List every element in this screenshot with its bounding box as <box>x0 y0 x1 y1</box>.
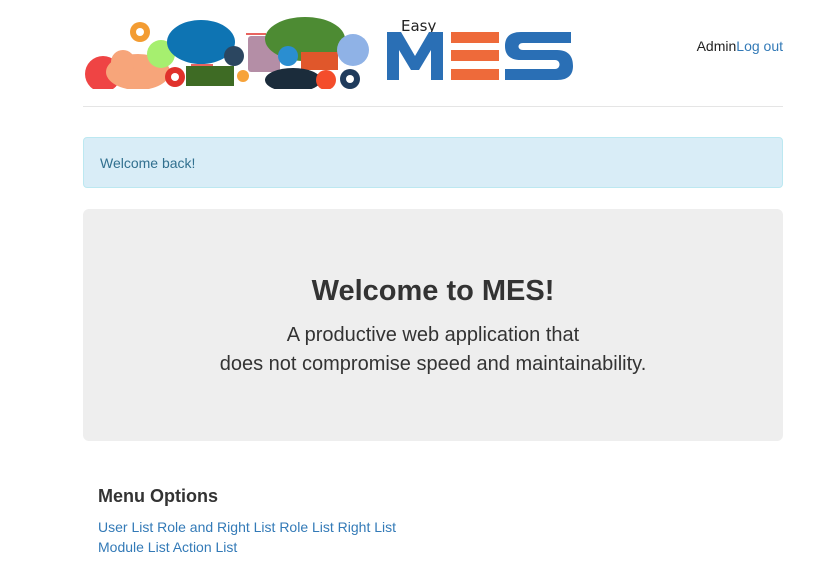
menu-title: Menu Options <box>98 486 218 506</box>
banner-illustration <box>85 17 369 89</box>
menu-link-action-list[interactable]: Action List <box>173 539 238 555</box>
menu-link-role-and-right-list[interactable]: Role and Right List <box>157 519 275 535</box>
mes-logo <box>387 32 573 80</box>
site-header: Easy AdminLog out <box>83 0 783 107</box>
welcome-alert: Welcome back! <box>83 137 783 188</box>
logout-link[interactable]: Log out <box>736 38 783 54</box>
jumbotron: Welcome to MES! A productive web applica… <box>83 209 783 441</box>
menu-options: Menu Options User List Role and Right Li… <box>98 486 778 557</box>
page-title: Welcome to MES! <box>311 275 555 307</box>
menu-link-module-list[interactable]: Module List <box>98 539 170 555</box>
menu-link-role-list[interactable]: Role List <box>279 519 333 535</box>
menu-links: User List Role and Right List Role List … <box>98 517 778 557</box>
menu-link-user-list[interactable]: User List <box>98 519 153 535</box>
user-name: Admin <box>696 38 737 54</box>
subtitle-line-2: does not compromise speed and maintainab… <box>219 353 647 375</box>
menu-link-right-list[interactable]: Right List <box>338 519 396 535</box>
page-subtitle: A productive web application that does n… <box>83 321 783 379</box>
subtitle-line-1: A productive web application that <box>286 324 580 346</box>
user-area: AdminLog out <box>697 38 783 54</box>
alert-message: Welcome back! <box>100 155 196 171</box>
